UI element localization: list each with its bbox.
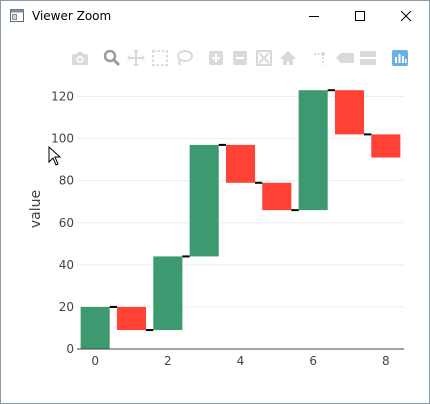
x-tick-label: 8 <box>382 354 390 368</box>
waterfall-bar[interactable] <box>189 144 219 257</box>
waterfall-bar[interactable] <box>334 90 365 135</box>
waterfall-bar[interactable] <box>153 256 183 331</box>
y-tick-label: 100 <box>51 132 74 146</box>
y-tick-label: 80 <box>59 174 74 188</box>
y-axis-title: value <box>28 190 44 228</box>
bars <box>80 90 401 349</box>
x-tick-label: 0 <box>91 354 99 368</box>
mouse-pointer-icon <box>48 146 62 166</box>
waterfall-bar[interactable] <box>262 182 292 211</box>
waterfall-bar[interactable] <box>371 134 401 158</box>
x-tick-label: 2 <box>164 354 172 368</box>
waterfall-bar[interactable] <box>80 306 110 349</box>
waterfall-bar[interactable] <box>225 144 256 183</box>
waterfall-bar[interactable] <box>116 306 147 331</box>
x-tick-label: 4 <box>237 354 245 368</box>
y-tick-label: 0 <box>66 342 74 356</box>
waterfall-bar[interactable] <box>298 90 328 211</box>
y-tick-label: 40 <box>59 258 74 272</box>
y-tick-label: 120 <box>51 90 74 104</box>
y-tick-label: 20 <box>59 300 74 314</box>
viewer-window: Viewer Zoom 0 20 40 60 80 100 120 0 2 4 … <box>0 0 430 404</box>
waterfall-chart[interactable]: 0 20 40 60 80 100 120 0 2 4 6 8 value <box>1 1 429 401</box>
y-tick-label: 60 <box>59 216 74 230</box>
connectors <box>109 89 372 332</box>
x-tick-label: 6 <box>309 354 317 368</box>
